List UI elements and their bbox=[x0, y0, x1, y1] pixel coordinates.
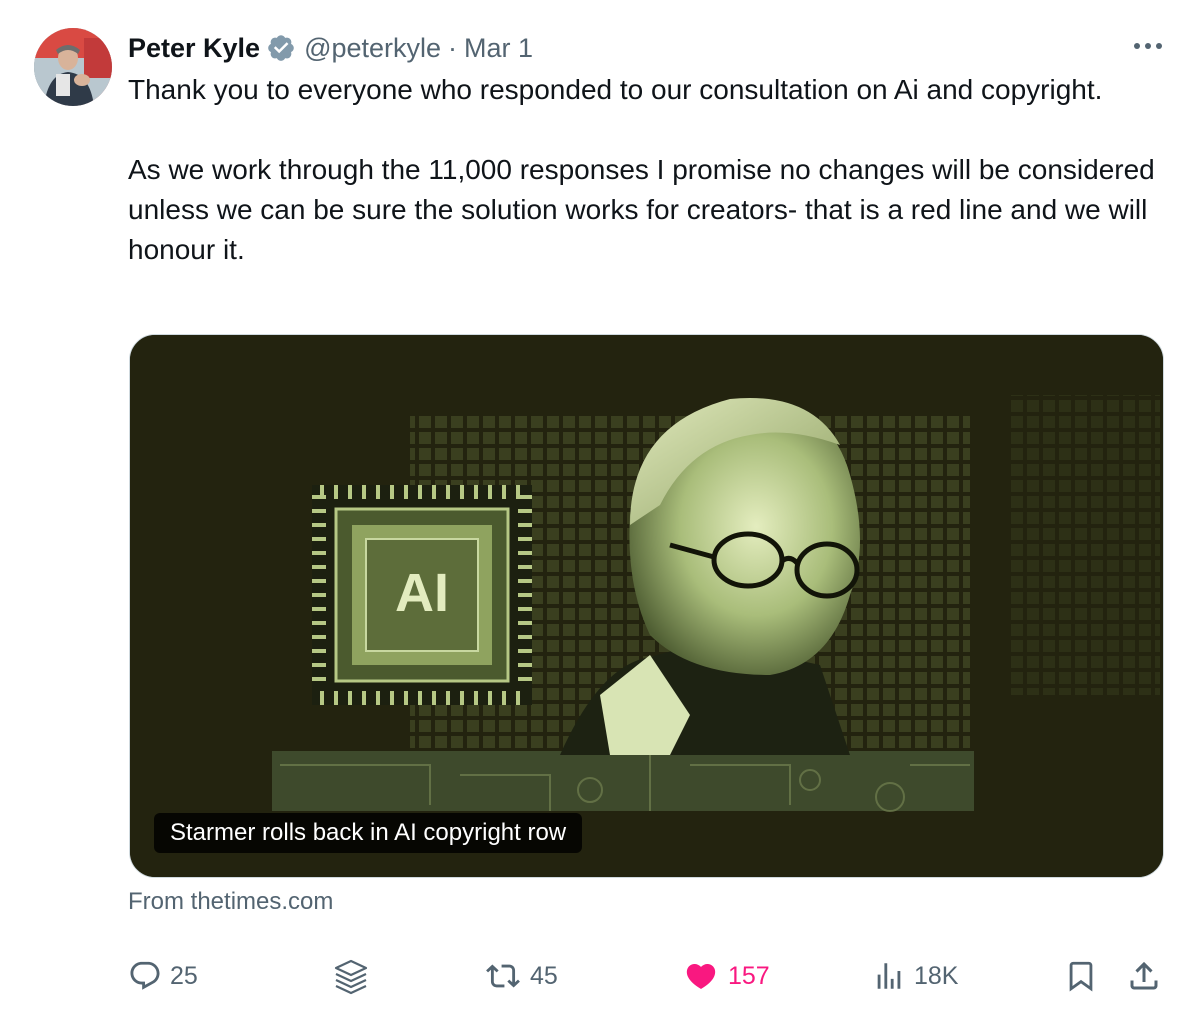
tweet-paragraph: Thank you to everyone who responded to o… bbox=[128, 74, 1103, 105]
share-icon bbox=[1126, 958, 1162, 994]
bookmark-icon bbox=[1064, 958, 1098, 994]
views-count: 18K bbox=[914, 961, 959, 990]
like-count: 157 bbox=[728, 961, 770, 990]
retweet-count: 45 bbox=[530, 961, 558, 990]
tweet-paragraph: As we work through the 11,000 responses … bbox=[128, 154, 1155, 265]
tweet-header: Peter Kyle @peterkyle · Mar 1 bbox=[128, 28, 533, 68]
grok-icon bbox=[330, 955, 372, 997]
action-bar: 25 45 157 18K bbox=[128, 952, 1168, 1000]
card-source[interactable]: From thetimes.com bbox=[128, 884, 333, 920]
author-handle[interactable]: @peterkyle bbox=[304, 33, 441, 64]
reply-count: 25 bbox=[170, 961, 198, 990]
card-image bbox=[130, 335, 1163, 877]
chip-label: AI bbox=[395, 563, 449, 623]
more-icon[interactable] bbox=[1128, 30, 1168, 60]
tweet-text: Thank you to everyone who responded to o… bbox=[128, 70, 1168, 270]
separator-dot: · bbox=[448, 32, 458, 63]
avatar[interactable] bbox=[34, 28, 112, 106]
reply-button[interactable]: 25 bbox=[128, 952, 198, 1000]
heart-icon bbox=[682, 959, 720, 993]
tweet-date[interactable]: Mar 1 bbox=[464, 33, 533, 64]
verified-badge-icon[interactable] bbox=[266, 33, 296, 63]
author-name[interactable]: Peter Kyle bbox=[128, 33, 260, 64]
grok-button[interactable] bbox=[330, 952, 372, 1000]
tweet: Peter Kyle @peterkyle · Mar 1 Thank you … bbox=[0, 0, 1198, 1010]
share-button[interactable] bbox=[1126, 952, 1162, 1000]
views-button[interactable]: 18K bbox=[872, 952, 958, 1000]
reply-icon bbox=[128, 959, 162, 993]
retweet-button[interactable]: 45 bbox=[484, 952, 558, 1000]
card-headline[interactable]: Starmer rolls back in AI copyright row bbox=[154, 813, 583, 853]
retweet-icon bbox=[484, 959, 522, 993]
link-card[interactable]: AI Starmer rolls back in AI copyright ro… bbox=[129, 334, 1164, 878]
bookmark-button[interactable] bbox=[1064, 952, 1098, 1000]
like-button[interactable]: 157 bbox=[682, 952, 770, 1000]
views-icon bbox=[872, 959, 906, 993]
